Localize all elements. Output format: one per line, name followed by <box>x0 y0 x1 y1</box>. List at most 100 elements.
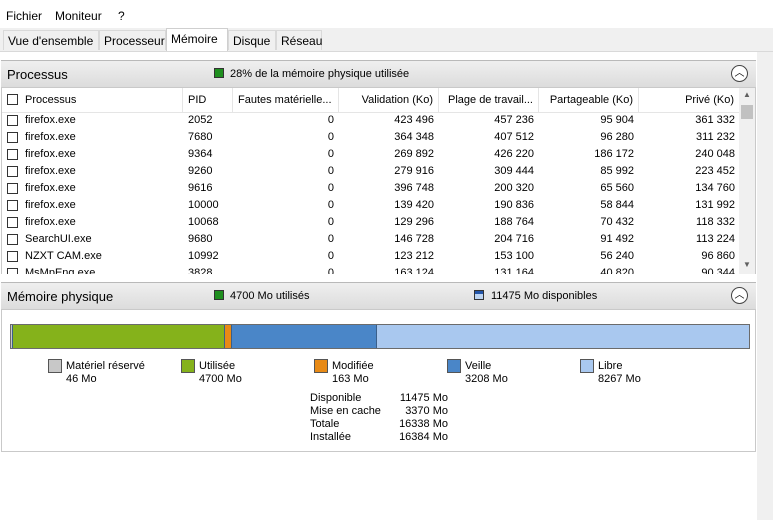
row-checkbox[interactable] <box>7 166 18 177</box>
cell-commit: 146 728 <box>394 233 434 245</box>
scroll-down-icon[interactable]: ▼ <box>739 260 755 272</box>
memory-panel-header[interactable]: Mémoire physique 4700 Mo utilisés 11475 … <box>1 282 756 310</box>
cell-working-set: 309 444 <box>494 165 534 177</box>
tab-divider <box>0 51 773 52</box>
memory-usage-text: 28% de la mémoire physique utilisée <box>230 68 410 80</box>
cell-commit: 364 348 <box>394 131 434 143</box>
memory-bar-segment <box>232 325 377 348</box>
column-private[interactable]: Privé (Ko) <box>639 88 740 112</box>
scroll-thumb[interactable] <box>741 105 753 119</box>
row-checkbox[interactable] <box>7 149 18 160</box>
select-all-checkbox[interactable] <box>7 94 18 105</box>
table-row[interactable]: NZXT CAM.exe 10992 0 123 212 153 100 56 240 96… <box>2 248 740 265</box>
row-checkbox[interactable] <box>7 183 18 194</box>
cell-pid: 7680 <box>188 131 213 143</box>
table-row[interactable]: SearchUI.exe 9680 0 146 728 204 716 91 492 113… <box>2 231 740 248</box>
cell-hard-faults: 0 <box>327 267 334 274</box>
row-checkbox[interactable] <box>7 115 18 126</box>
cell-working-set: 190 836 <box>494 199 534 211</box>
cell-commit: 139 420 <box>394 199 434 211</box>
menu-fichier[interactable]: Fichier <box>6 9 42 23</box>
window-scrollbar[interactable] <box>757 52 773 520</box>
cell-pid: 10068 <box>188 216 219 228</box>
column-working-set[interactable]: Plage de travail... <box>439 88 539 112</box>
stat-value: 16384 Mo <box>399 431 448 443</box>
cell-pid: 9680 <box>188 233 213 245</box>
cell-private: 96 860 <box>701 250 735 262</box>
legend-swatch <box>314 359 328 373</box>
column-pid[interactable]: PID <box>183 88 233 112</box>
tab-strip: Vue d'ensemble Processeur Mémoire Disque… <box>0 28 773 52</box>
processes-panel-title: Processus <box>7 67 68 82</box>
cell-process: firefox.exe <box>25 216 76 228</box>
memory-bar-segment <box>13 325 225 348</box>
memory-usage-indicator-icon <box>214 68 224 78</box>
row-checkbox[interactable] <box>7 132 18 143</box>
row-checkbox[interactable] <box>7 200 18 211</box>
table-row[interactable]: firefox.exe 2052 0 423 496 457 236 95 904 361 … <box>2 112 740 129</box>
cell-commit: 396 748 <box>394 182 434 194</box>
row-checkbox[interactable] <box>7 268 18 274</box>
tab-processor[interactable]: Processeur <box>99 30 166 50</box>
cell-private: 311 232 <box>696 131 735 143</box>
table-row[interactable]: firefox.exe 9260 0 279 916 309 444 85 992 223 … <box>2 163 740 180</box>
column-shareable[interactable]: Partageable (Ko) <box>539 88 639 112</box>
tab-network[interactable]: Réseau <box>276 30 322 50</box>
memory-panel: Matériel réservé 46 Mo Utilisée 4700 Mo Modi… <box>1 310 756 452</box>
table-row[interactable]: MsMpEng.exe 3828 0 163 124 131 164 40 820 90 3… <box>2 265 740 274</box>
cell-working-set: 131 164 <box>494 267 534 274</box>
scroll-up-icon[interactable]: ▲ <box>739 90 755 102</box>
table-row[interactable]: firefox.exe 10068 0 129 296 188 764 70 432 118… <box>2 214 740 231</box>
cell-private: 361 332 <box>695 114 735 126</box>
menu-moniteur[interactable]: Moniteur <box>55 9 102 23</box>
menu-bar: Fichier Moniteur ? <box>0 0 773 28</box>
cell-process: SearchUI.exe <box>25 233 92 245</box>
row-checkbox[interactable] <box>7 234 18 245</box>
legend-label: Libre <box>598 360 623 372</box>
tab-disk[interactable]: Disque <box>228 30 276 50</box>
cell-pid: 10992 <box>188 250 219 262</box>
row-checkbox[interactable] <box>7 217 18 228</box>
cell-private: 118 332 <box>696 216 735 228</box>
cell-private: 223 452 <box>695 165 735 177</box>
processes-panel-header[interactable]: Processus 28% de la mémoire physique uti… <box>1 60 756 88</box>
legend-label: Utilisée <box>199 360 236 372</box>
cell-hard-faults: 0 <box>327 216 334 228</box>
cell-private: 240 048 <box>695 148 735 160</box>
table-row[interactable]: firefox.exe 7680 0 364 348 407 512 96 280 311 … <box>2 129 740 146</box>
cell-working-set: 426 220 <box>494 148 534 160</box>
memory-bar-segment <box>376 325 749 348</box>
cell-pid: 3828 <box>188 267 213 274</box>
table-row[interactable]: firefox.exe 9364 0 269 892 426 220 186 172 240… <box>2 146 740 163</box>
table-row[interactable]: firefox.exe 9616 0 396 748 200 320 65 560 134 … <box>2 180 740 197</box>
cell-process: firefox.exe <box>25 148 76 160</box>
legend-swatch <box>447 359 461 373</box>
column-hard-faults[interactable]: Fautes matérielle... <box>233 88 339 112</box>
processes-scrollbar[interactable]: ▲ ▼ <box>739 88 755 274</box>
used-memory-icon <box>214 290 224 300</box>
column-commit[interactable]: Validation (Ko) <box>339 88 439 112</box>
legend-value: 3208 Mo <box>465 373 508 385</box>
column-process[interactable]: Processus <box>20 88 183 112</box>
row-checkbox[interactable] <box>7 251 18 262</box>
legend-swatch <box>580 359 594 373</box>
cell-hard-faults: 0 <box>327 131 334 143</box>
cell-private: 134 760 <box>695 182 735 194</box>
stat-value: 3370 Mo <box>405 405 448 417</box>
stat-label: Disponible <box>310 392 362 404</box>
table-row[interactable]: firefox.exe 10000 0 139 420 190 836 58 844 131… <box>2 197 740 214</box>
cell-private: 113 224 <box>696 233 735 245</box>
menu-help[interactable]: ? <box>118 9 125 23</box>
legend-label: Matériel réservé <box>66 360 145 372</box>
cell-working-set: 153 100 <box>494 250 534 262</box>
tab-overview[interactable]: Vue d'ensemble <box>3 30 99 50</box>
tab-memory[interactable]: Mémoire <box>166 28 228 52</box>
cell-shareable: 91 492 <box>600 233 634 245</box>
cell-pid: 9616 <box>188 182 213 194</box>
cell-commit: 123 212 <box>394 250 434 262</box>
legend-swatch <box>181 359 195 373</box>
collapse-processes-icon[interactable]: ︿ <box>731 65 748 82</box>
cell-shareable: 96 280 <box>600 131 634 143</box>
cell-shareable: 85 992 <box>600 165 634 177</box>
collapse-memory-icon[interactable]: ︿ <box>731 287 748 304</box>
